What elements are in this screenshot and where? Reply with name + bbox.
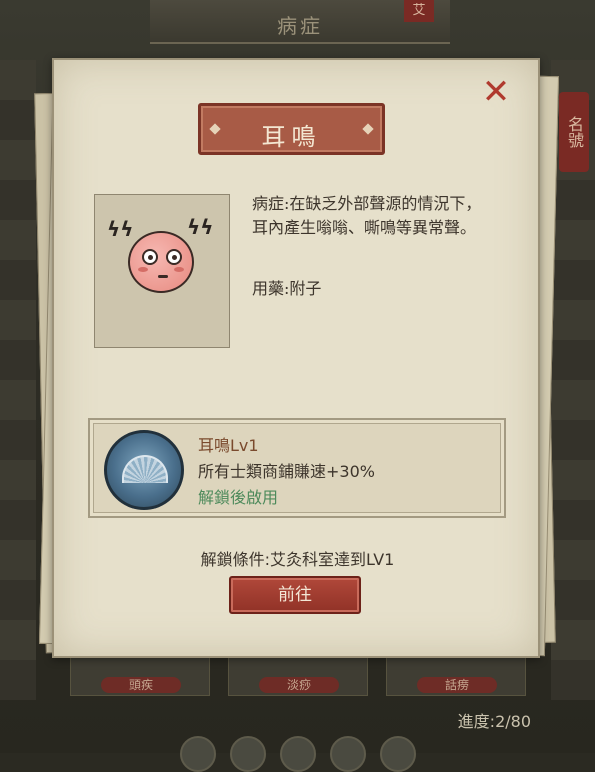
- fan-shape: [122, 455, 168, 483]
- ailment-portrait: ϟϟ ϟϟ: [94, 194, 230, 348]
- skill-panel: 耳鳴Lv1 所有士類商鋪賺速+30% 解鎖後啟用: [88, 418, 506, 518]
- background-card-label: 頭疾: [101, 677, 181, 693]
- progress-text: 進度:2/80: [457, 712, 531, 731]
- background-side-tab: 名號: [559, 92, 589, 172]
- skill-effect: 所有士類商鋪賺速+30%: [198, 462, 375, 481]
- background-card-label: 淡痧: [259, 677, 339, 693]
- background-card-label: 話痨: [417, 677, 497, 693]
- ailment-description: 病症:在缺乏外部聲源的情況下，耳內產生嗡嗡、嘶鳴等異常聲。: [252, 194, 482, 237]
- unlock-condition: 解鎖條件:艾灸科室達到LV1: [200, 550, 395, 569]
- lightning-icon: ϟϟ: [107, 217, 134, 241]
- lightning-icon: ϟϟ: [187, 215, 214, 239]
- fan-icon: [104, 430, 184, 510]
- background-top-tab: 艾: [404, 0, 434, 22]
- background-icon: [280, 736, 316, 772]
- ailment-medicine: 用藥:附子: [252, 279, 322, 298]
- close-icon[interactable]: ✕: [480, 75, 512, 109]
- title-plaque: 耳鳴: [198, 103, 385, 155]
- background-icon: [380, 736, 416, 772]
- skill-status: 解鎖後啟用: [198, 488, 279, 507]
- background-icon: [330, 736, 366, 772]
- cheek: [138, 267, 148, 272]
- dizzy-face-icon: [128, 231, 194, 293]
- dialog-title: 耳鳴: [261, 123, 322, 151]
- background-icon-row: [180, 736, 440, 772]
- skill-name: 耳鳴Lv1: [198, 436, 259, 455]
- background-icon: [230, 736, 266, 772]
- go-button[interactable]: 前往: [229, 576, 361, 614]
- eye: [142, 249, 158, 265]
- background-left-pillar: [0, 60, 36, 700]
- cheek: [174, 267, 184, 272]
- eye: [166, 249, 182, 265]
- background-icon: [180, 736, 216, 772]
- mouth: [158, 275, 168, 278]
